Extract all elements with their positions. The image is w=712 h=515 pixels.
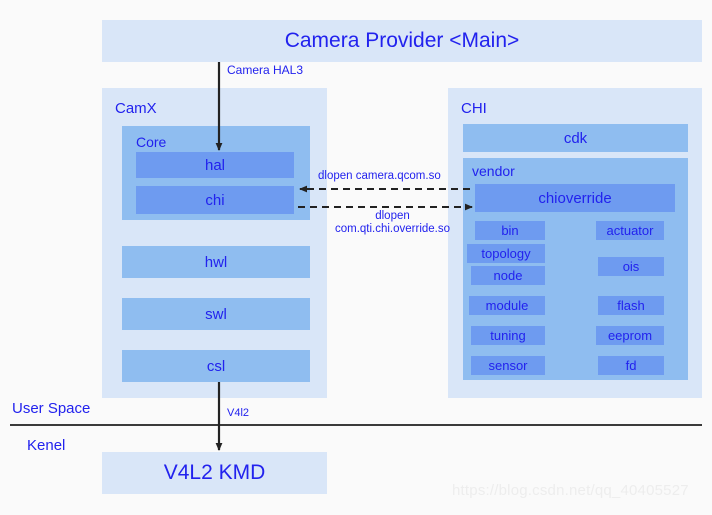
edge-label-camera-hal3: Camera HAL3	[227, 63, 304, 77]
chi-vendor-chip-node: node	[471, 266, 545, 285]
user-kernel-divider	[10, 424, 702, 426]
chi-vendor-chip-flash: flash	[598, 296, 664, 315]
camx-panel-title: CamX	[115, 100, 157, 117]
dlopen-chi-override-line2: com.qti.chi.override.so	[334, 223, 451, 236]
edge-label-dlopen-chi-override: dlopen com.qti.chi.override.so	[310, 210, 475, 236]
camx-hal-box: hal	[136, 152, 294, 178]
chi-vendor-chip-tuning: tuning	[471, 326, 545, 345]
chi-chioverride-box: chioverride	[475, 184, 675, 212]
chi-vendor-chip-bin: bin	[475, 221, 545, 240]
diagram-canvas: Camera Provider <Main> CamX Core hal chi…	[0, 0, 712, 515]
chi-panel-title: CHI	[461, 100, 487, 117]
chi-vendor-chip-fd: fd	[598, 356, 664, 375]
chi-vendor-title: vendor	[472, 163, 515, 179]
chi-vendor-chip-eeprom: eeprom	[596, 326, 664, 345]
edge-label-dlopen-camera-qcom: dlopen camera.qcom.so	[318, 170, 441, 182]
user-space-label: User Space	[12, 400, 91, 417]
dlopen-chi-override-line1: dlopen	[375, 210, 410, 222]
kernel-label: Kenel	[27, 437, 66, 454]
camx-hwl-box: hwl	[122, 246, 310, 278]
chi-vendor-chip-ois: ois	[598, 257, 664, 276]
edge-label-v4l2: V4l2	[227, 407, 250, 419]
chi-vendor-chip-actuator: actuator	[596, 221, 664, 240]
watermark: https://blog.csdn.net/qq_40405527	[452, 482, 689, 499]
chi-cdk-box: cdk	[463, 124, 688, 152]
chi-vendor-chip-topology: topology	[467, 244, 545, 263]
camx-chi-box: chi	[136, 186, 294, 214]
chi-vendor-chip-module: module	[469, 296, 545, 315]
v4l2-kmd-box: V4L2 KMD	[102, 452, 327, 494]
camx-swl-box: swl	[122, 298, 310, 330]
camx-csl-box: csl	[122, 350, 310, 382]
camera-provider-box: Camera Provider <Main>	[102, 20, 702, 62]
camx-core-title: Core	[136, 134, 167, 150]
chi-vendor-chip-sensor: sensor	[471, 356, 545, 375]
